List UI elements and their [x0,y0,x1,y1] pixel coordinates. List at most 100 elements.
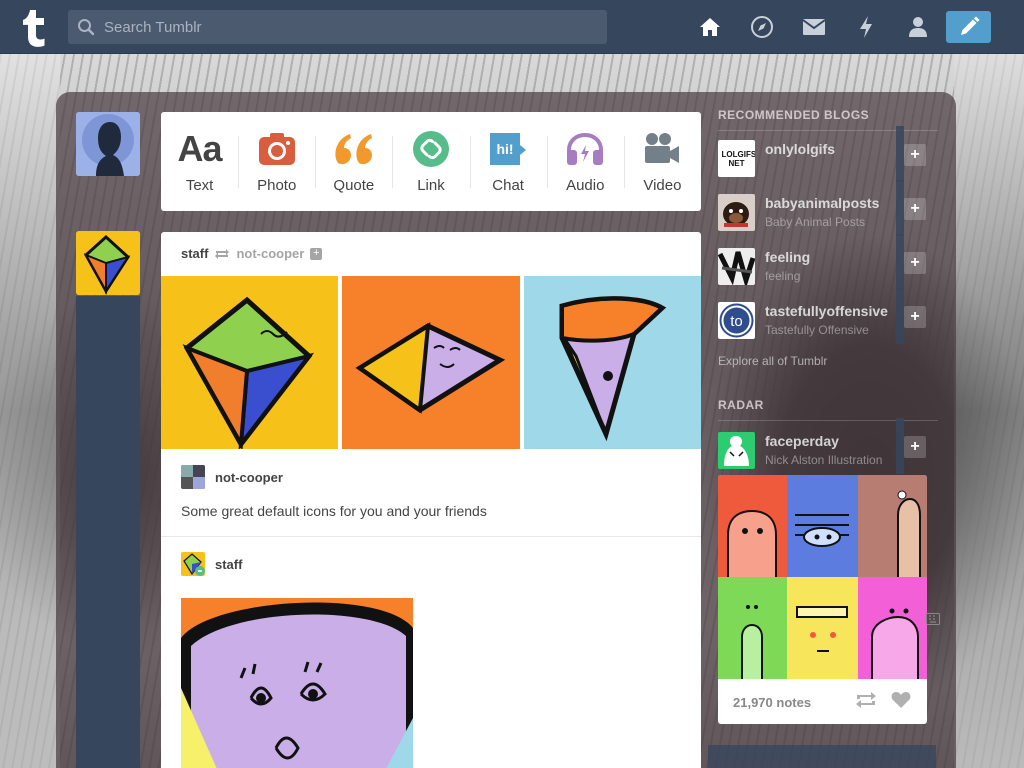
like-heart-icon[interactable] [891,691,911,714]
blog-avatar[interactable]: LOLGIFS. NET [718,140,755,177]
blog-name[interactable]: faceperday [765,433,839,449]
radar-image[interactable] [718,475,927,679]
post-type-label: Audio [566,177,605,194]
background-photo-edge [0,54,60,768]
reblog-trail-item: not-cooper [181,465,283,489]
post-type-label: Text [185,177,214,194]
post-quote-button[interactable]: Quote [315,112,392,211]
post-video-button[interactable]: Video [623,112,701,211]
post-link-button[interactable]: Link [392,112,469,211]
photoset-image[interactable] [161,276,339,449]
recommended-blog-item[interactable]: to tastefullyoffensive Tastefully Offens… [718,288,938,344]
compose-icon [960,16,979,35]
blog-subtitle: Nick Alston Illustration [765,453,883,467]
follow-button[interactable]: + [904,144,926,166]
divider [161,536,701,537]
radar-blog-item[interactable]: faceperday Nick Alston Illustration + [718,418,938,474]
compose-button[interactable] [946,11,991,43]
post-type-label: Video [643,177,682,194]
sidebar-overlay [896,126,904,182]
follow-button[interactable]: + [904,436,926,458]
search-input[interactable] [104,18,584,36]
home-icon[interactable] [684,12,736,42]
recommended-blog-item[interactable]: babyanimalposts Baby Animal Posts + [718,180,938,236]
blog-avatar[interactable]: to [718,302,755,339]
sidebar-overlay [896,288,904,344]
radar-heading: RADAR [718,398,764,412]
sidebar-overlay [896,180,904,236]
dashboard-left-rail [76,296,140,768]
tumblr-logo-icon[interactable] [14,6,54,48]
staff-avatar[interactable] [76,231,140,295]
blog-subtitle: feeling [765,269,801,283]
headphones-icon [565,129,605,169]
video-camera-icon [643,129,681,169]
sidebar: RECOMMENDED BLOGS LOLGIFS. NET onlylolgi… [718,108,938,724]
sidebar-overlay [708,745,936,768]
user-avatar[interactable] [76,112,140,176]
photoset-image[interactable] [523,276,701,449]
camera-icon [258,129,296,169]
explore-icon[interactable] [736,12,788,42]
sidebar-overlay [896,234,904,290]
blog-avatar[interactable] [718,432,755,469]
post-audio-button[interactable]: Audio [546,112,624,211]
trail-author-link[interactable]: not-cooper [215,470,283,485]
radar-image-tile [718,475,787,577]
post-type-bar: Aa Text Photo Quote Link hi! Chat Audio [161,112,701,211]
inbox-icon[interactable] [788,12,840,42]
post-type-label: Chat [492,177,524,194]
post-photo-button[interactable]: Photo [238,112,315,211]
follow-button[interactable]: + [904,252,926,274]
divider [718,130,938,131]
post-type-label: Quote [333,177,375,194]
activity-icon[interactable] [840,12,892,42]
post-text-button[interactable]: Aa Text [161,112,238,211]
post-header: staff not-cooper + [181,246,323,261]
notes-count[interactable]: 21,970 notes [733,695,811,710]
follow-button[interactable]: + [904,306,926,328]
recommended-blog-item[interactable]: feeling feeling + [718,234,938,290]
post-image[interactable] [181,598,413,768]
keyboard-shortcuts-icon[interactable] [926,612,940,630]
explore-all-link[interactable]: Explore all of Tumblr [718,354,827,368]
search-bar[interactable] [68,10,607,44]
blog-avatar[interactable] [718,248,755,285]
blog-name[interactable]: feeling [765,249,810,265]
post-type-label: Link [417,177,445,194]
blog-avatar-text: LOLGIFS. NET [721,149,756,168]
trail-avatar[interactable] [181,552,205,576]
blog-avatar[interactable] [718,194,755,231]
reblog-icon[interactable] [855,691,877,714]
trail-author-link[interactable]: staff [215,557,242,572]
radar-image-tile [787,475,858,577]
top-navigation-bar [0,0,1024,54]
follow-plus-icon[interactable]: + [310,247,323,260]
photoset-image[interactable] [342,276,520,449]
account-icon[interactable] [892,12,944,42]
photoset[interactable] [161,276,701,449]
reblog-icon [215,248,230,259]
chat-icon: hi! [488,129,528,169]
blog-subtitle: Baby Animal Posts [765,215,866,229]
reblogged-from-link[interactable]: not-cooper [236,246,304,261]
radar-image-tile [858,577,927,679]
follow-button[interactable]: + [904,198,926,220]
dashboard-post: staff not-cooper + not-cooper Some great… [161,232,701,768]
post-author-link[interactable]: staff [181,246,208,261]
blog-avatar-text: to [730,313,743,330]
post-caption: Some great default icons for you and you… [181,503,487,519]
blog-name[interactable]: tastefullyoffensive [765,303,888,319]
blog-name[interactable]: babyanimalposts [765,195,879,211]
radar-image-tile [718,577,787,679]
background-photo-edge [954,54,1024,768]
post-chat-button[interactable]: hi! Chat [469,112,547,211]
radar-image-tile [787,577,858,679]
recommended-blog-item[interactable]: LOLGIFS. NET onlylolgifs + [718,126,938,182]
trail-avatar[interactable] [181,465,205,489]
search-icon [68,18,104,36]
recommended-blogs-heading: RECOMMENDED BLOGS [718,108,870,122]
blog-name[interactable]: onlylolgifs [765,141,835,157]
radar-post: 21,970 notes [718,475,927,724]
post-type-label: Photo [257,177,297,194]
